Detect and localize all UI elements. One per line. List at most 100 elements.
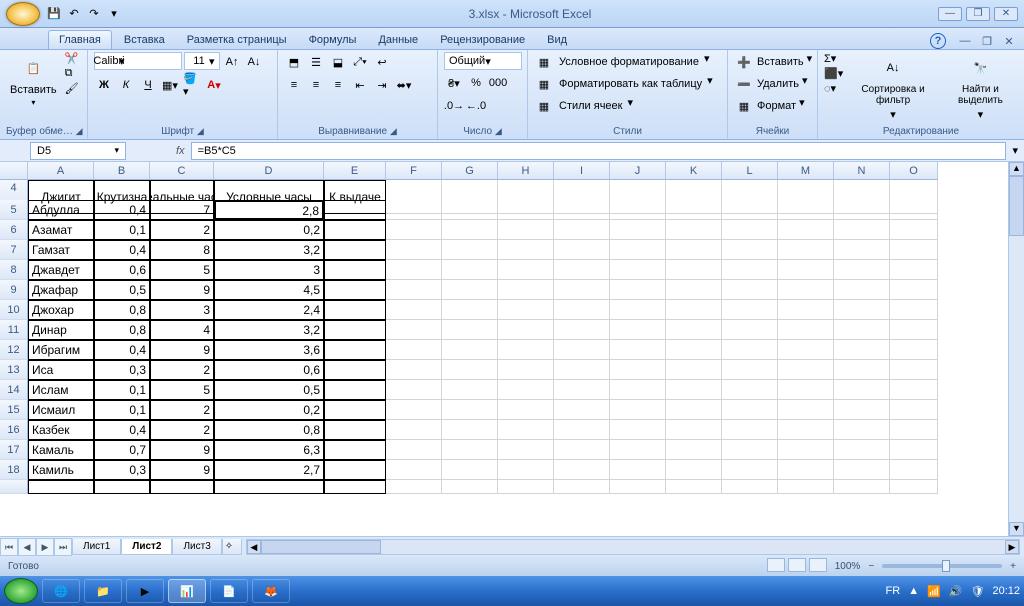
format-painter-icon[interactable]: 🖌 [65,82,79,95]
cell-O18[interactable] [890,460,938,480]
cell-B12[interactable]: 0,4 [94,340,150,360]
cell-C15[interactable]: 2 [150,400,214,420]
cell-B11[interactable]: 0,8 [94,320,150,340]
next-sheet-icon[interactable]: ▶ [36,538,54,556]
cell-C7[interactable]: 8 [150,240,214,260]
cell-L6[interactable] [722,220,778,240]
row-header[interactable]: 15 [0,400,28,420]
cell-A17[interactable]: Камаль [28,440,94,460]
cell-F16[interactable] [386,420,442,440]
cell-E12[interactable] [324,340,386,360]
last-sheet-icon[interactable]: ⏭ [54,538,72,556]
insert-cells-button[interactable]: ➕Вставить▾ [734,52,812,72]
cell-K10[interactable] [666,300,722,320]
col-header-M[interactable]: M [778,162,834,180]
cell-H9[interactable] [498,280,554,300]
cell-J13[interactable] [610,360,666,380]
cell-F6[interactable] [386,220,442,240]
cell-C17[interactable]: 9 [150,440,214,460]
clear-icon[interactable]: ◌▾ [824,82,843,95]
language-indicator[interactable]: FR [886,585,901,597]
row-header[interactable]: 6 [0,220,28,240]
cell-empty[interactable] [150,480,214,494]
col-header-F[interactable]: F [386,162,442,180]
col-header-K[interactable]: K [666,162,722,180]
page-break-view-button[interactable] [809,558,827,572]
cell-K13[interactable] [666,360,722,380]
cell-A8[interactable]: Джавдет [28,260,94,280]
cell-empty[interactable] [324,480,386,494]
cell-O7[interactable] [890,240,938,260]
cell-J8[interactable] [610,260,666,280]
new-sheet-button[interactable]: ✧ [222,539,242,555]
cell-J18[interactable] [610,460,666,480]
cell-empty[interactable] [834,480,890,494]
fx-icon[interactable]: fx [176,145,185,157]
cell-F8[interactable] [386,260,442,280]
cell-K17[interactable] [666,440,722,460]
cell-O11[interactable] [890,320,938,340]
cell-O16[interactable] [890,420,938,440]
cell-M8[interactable] [778,260,834,280]
fill-color-button[interactable]: 🪣▾ [182,75,202,95]
cell-F12[interactable] [386,340,442,360]
sheet-tab-1[interactable]: Лист1 [72,539,121,555]
cell-L13[interactable] [722,360,778,380]
cell-D7[interactable]: 3,2 [214,240,324,260]
cell-A12[interactable]: Ибрагим [28,340,94,360]
cell-B5[interactable]: 0,4 [94,200,150,220]
cell-N5[interactable] [834,200,890,220]
cell-D8[interactable]: 3 [214,260,324,280]
row-header[interactable]: 5 [0,200,28,220]
cell-H10[interactable] [498,300,554,320]
maximize-button[interactable]: ❐ [966,7,990,21]
paste-button[interactable]: 📋 Вставить ▾ [6,52,61,109]
border-button[interactable]: ▦▾ [160,75,180,95]
row-header[interactable]: 17 [0,440,28,460]
cell-G15[interactable] [442,400,498,420]
cell-D9[interactable]: 4,5 [214,280,324,300]
cell-B14[interactable]: 0,1 [94,380,150,400]
sheet-tab-3[interactable]: Лист3 [172,539,221,555]
row-header[interactable]: 16 [0,420,28,440]
bold-button[interactable]: Ж [94,75,114,95]
cell-D17[interactable]: 6,3 [214,440,324,460]
cell-I10[interactable] [554,300,610,320]
tab-review[interactable]: Рецензирование [430,31,535,49]
first-sheet-icon[interactable]: ⏮ [0,538,18,556]
select-all-corner[interactable] [0,162,28,180]
decrease-font-icon[interactable]: A↓ [244,52,264,72]
cell-G9[interactable] [442,280,498,300]
cell-L8[interactable] [722,260,778,280]
cell-E7[interactable] [324,240,386,260]
taskbar-excel[interactable]: 📊 [168,579,206,603]
cell-A14[interactable]: Ислам [28,380,94,400]
cell-L16[interactable] [722,420,778,440]
cell-L11[interactable] [722,320,778,340]
scroll-down-icon[interactable]: ▼ [1009,522,1024,536]
cell-O13[interactable] [890,360,938,380]
cell-N13[interactable] [834,360,890,380]
cell-H12[interactable] [498,340,554,360]
cell-H17[interactable] [498,440,554,460]
cell-E13[interactable] [324,360,386,380]
cell-K7[interactable] [666,240,722,260]
cell-J11[interactable] [610,320,666,340]
tab-data[interactable]: Данные [368,31,428,49]
cell-I18[interactable] [554,460,610,480]
cell-I8[interactable] [554,260,610,280]
cell-O9[interactable] [890,280,938,300]
cell-M9[interactable] [778,280,834,300]
vertical-scrollbar[interactable]: ▲ ▼ [1008,162,1024,536]
cell-N9[interactable] [834,280,890,300]
cell-H7[interactable] [498,240,554,260]
cell-C18[interactable]: 9 [150,460,214,480]
cell-empty[interactable] [890,480,938,494]
cell-K8[interactable] [666,260,722,280]
cell-empty[interactable] [94,480,150,494]
cell-M15[interactable] [778,400,834,420]
cell-I16[interactable] [554,420,610,440]
cell-C13[interactable]: 2 [150,360,214,380]
cell-empty[interactable] [610,480,666,494]
cell-K9[interactable] [666,280,722,300]
